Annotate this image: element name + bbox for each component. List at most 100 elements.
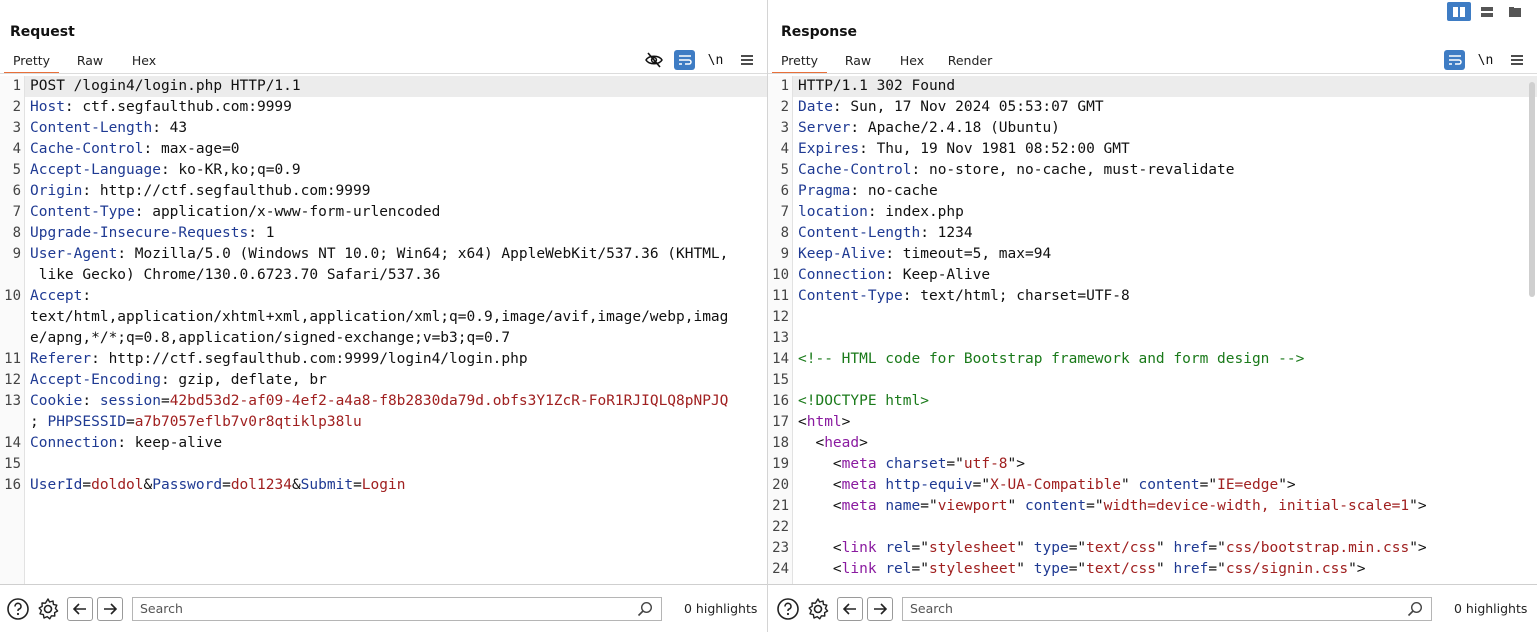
response-code-line[interactable]: 10 Connection: Keep-Alive [768, 265, 1537, 286]
line-content [793, 307, 1537, 328]
request-code-line[interactable]: 7 Content-Type: application/x-www-form-ur… [0, 202, 767, 223]
line-number: 1 [12, 78, 21, 94]
request-code-line[interactable]: 13 Cookie: session=42bd53d2-af09-4ef2-a4a… [0, 391, 767, 433]
arrow-left-icon[interactable] [67, 596, 93, 621]
line-content: Accept-Language: ko-KR,ko;q=0.9 [25, 160, 767, 181]
gear-icon[interactable] [33, 594, 63, 624]
response-code-line[interactable]: 16 <!DOCTYPE html> [768, 391, 1537, 412]
request-code-line[interactable]: 2 Host: ctf.segfaulthub.com:9999 [0, 97, 767, 118]
request-code-line[interactable]: 6 Origin: http://ctf.segfaulthub.com:9999 [0, 181, 767, 202]
response-code-line[interactable]: 11 Content-Type: text/html; charset=UTF-8 [768, 286, 1537, 307]
code-token: a7b7057eflb7v0r8qtiklp38lu [134, 414, 362, 430]
code-token: name [885, 498, 921, 514]
line-content: Content-Length: 1234 [793, 223, 1537, 244]
code-token: rel [885, 561, 912, 577]
response-tab-render[interactable]: Render [935, 50, 1005, 74]
response-code-line[interactable]: 14 <!-- HTML code for Bootstrap framework… [768, 349, 1537, 370]
response-tab-hex[interactable]: Hex [889, 50, 935, 74]
word-wrap-icon[interactable] [674, 50, 695, 70]
response-highlights-count: 0 highlights [1454, 601, 1528, 616]
split-vertical-layout-icon[interactable] [1447, 2, 1471, 21]
request-tab-pretty[interactable]: Pretty [4, 50, 59, 74]
arrow-left-icon[interactable] [837, 596, 863, 621]
request-code-line[interactable]: 10 Accept: text/html,application/xhtml+xm… [0, 286, 767, 349]
response-code-line[interactable]: 1 HTTP/1.1 302 Found [768, 76, 1537, 97]
response-tab-raw[interactable]: Raw [827, 50, 889, 74]
code-token: : no-cache [850, 183, 938, 199]
response-code-line[interactable]: 20 <meta http-equiv="X-UA-Compatible" co… [768, 475, 1537, 496]
response-search-input[interactable] [903, 597, 1431, 620]
response-tab-pretty[interactable]: Pretty [772, 50, 827, 74]
eye-slash-icon[interactable] [638, 50, 669, 70]
response-code-line[interactable]: 6 Pragma: no-cache [768, 181, 1537, 202]
line-content: Connection: Keep-Alive [793, 265, 1537, 286]
request-code-line[interactable]: 8 Upgrade-Insecure-Requests: 1 [0, 223, 767, 244]
response-code-line[interactable]: 22 [768, 517, 1537, 538]
line-number: 4 [12, 141, 21, 157]
response-code-line[interactable]: 24 <link rel="stylesheet" type="text/css… [768, 559, 1537, 580]
request-tab-hex[interactable]: Hex [121, 50, 167, 74]
line-content: <!-- HTML code for Bootstrap framework a… [793, 349, 1537, 370]
request-panel: Request Pretty Raw Hex \n 1 POST /login4/… [0, 0, 768, 632]
line-number: 8 [12, 225, 21, 241]
code-token: ; [30, 414, 39, 430]
line-number: 6 [12, 183, 21, 199]
code-token: width=device-width, initial-scale=1 [1103, 498, 1410, 514]
code-token: : index.php [867, 204, 964, 220]
response-code-line[interactable]: 15 [768, 370, 1537, 391]
code-token: =" [911, 561, 929, 577]
request-toolbar: \n [638, 50, 762, 70]
request-code-line[interactable]: 14 Connection: keep-alive [0, 433, 767, 454]
response-code-line[interactable]: 19 <meta charset="utf-8"> [768, 454, 1537, 475]
code-token: UserId [30, 477, 83, 493]
request-code-line[interactable]: 4 Cache-Control: max-age=0 [0, 139, 767, 160]
response-code-line[interactable]: 8 Content-Length: 1234 [768, 223, 1537, 244]
request-search-input[interactable] [133, 597, 661, 620]
code-token: " [1156, 540, 1174, 556]
line-content: Content-Type: application/x-www-form-url… [25, 202, 767, 223]
help-icon[interactable] [3, 594, 33, 624]
gear-icon[interactable] [803, 594, 833, 624]
response-code-line[interactable]: 17 <html> [768, 412, 1537, 433]
word-wrap-icon[interactable] [1444, 50, 1465, 70]
response-code-line[interactable]: 9 Keep-Alive: timeout=5, max=94 [768, 244, 1537, 265]
request-code-line[interactable]: 12 Accept-Encoding: gzip, deflate, br [0, 370, 767, 391]
help-icon[interactable] [773, 594, 803, 624]
response-code-line[interactable]: 3 Server: Apache/2.4.18 (Ubuntu) [768, 118, 1537, 139]
request-code-line[interactable]: 16 UserId=doldol&Password=dol1234&Submit=… [0, 475, 767, 496]
request-code-line[interactable]: 11 Referer: http://ctf.segfaulthub.com:99… [0, 349, 767, 370]
request-code-line[interactable]: 3 Content-Length: 43 [0, 118, 767, 139]
response-code-line[interactable]: 23 <link rel="stylesheet" type="text/css… [768, 538, 1537, 559]
response-code-line[interactable]: 18 <head> [768, 433, 1537, 454]
response-code-line[interactable]: 5 Cache-Control: no-store, no-cache, must… [768, 160, 1537, 181]
arrow-right-icon[interactable] [97, 596, 123, 621]
hamburger-menu-icon[interactable] [1501, 50, 1532, 70]
tabs-layout-icon[interactable] [1503, 2, 1527, 21]
response-code-line[interactable]: 12 [768, 307, 1537, 328]
response-editor[interactable]: 1 HTTP/1.1 302 Found 2 Date: Sun, 17 Nov 20… [768, 76, 1537, 584]
request-code-line[interactable]: 5 Accept-Language: ko-KR,ko;q=0.9 [0, 160, 767, 181]
line-number: 16 [4, 477, 21, 493]
code-token: < [798, 414, 807, 430]
arrow-right-icon[interactable] [867, 596, 893, 621]
response-tabs: Pretty Raw Hex Render [772, 50, 1005, 74]
response-code-line[interactable]: 2 Date: Sun, 17 Nov 2024 05:53:07 GMT [768, 97, 1537, 118]
hamburger-menu-icon[interactable] [731, 50, 762, 70]
code-token: stylesheet [928, 540, 1017, 556]
response-scrollbar[interactable] [1529, 82, 1535, 297]
request-editor[interactable]: 1 POST /login4/login.php HTTP/1.1 2 Host: c… [0, 76, 767, 584]
response-code-line[interactable]: 4 Expires: Thu, 19 Nov 1981 08:52:00 GMT [768, 139, 1537, 160]
request-code-line[interactable]: 15 [0, 454, 767, 475]
request-code-line[interactable]: 9 User-Agent: Mozilla/5.0 (Windows NT 10.… [0, 244, 767, 286]
response-code-line[interactable]: 13 [768, 328, 1537, 349]
newline-toggle-button[interactable]: \n [1470, 50, 1501, 70]
code-token: text/css [1086, 540, 1156, 556]
request-tab-raw[interactable]: Raw [59, 50, 121, 74]
request-code-line[interactable]: 1 POST /login4/login.php HTTP/1.1 [0, 76, 767, 97]
code-token: Submit [300, 477, 354, 493]
split-horizontal-layout-icon[interactable] [1475, 2, 1499, 21]
response-code-line[interactable]: 21 <meta name="viewport" content="width=… [768, 496, 1537, 517]
newline-toggle-button[interactable]: \n [700, 50, 731, 70]
response-code-line[interactable]: 7 location: index.php [768, 202, 1537, 223]
